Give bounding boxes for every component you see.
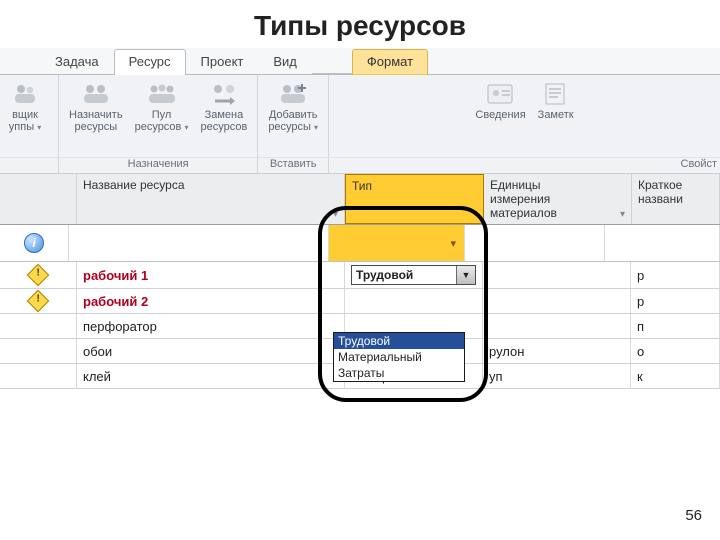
cell-name[interactable]: рабочий 1 [77, 262, 345, 288]
group-insert-title: Вставить [258, 157, 328, 173]
cell-unit[interactable] [483, 289, 631, 313]
ribbon-clipped-button[interactable]: вщикуппы ▾ [9, 81, 41, 157]
group-properties: Сведения Заметк Свойст [329, 75, 720, 173]
page-number: 56 [685, 507, 702, 524]
table-row[interactable]: рабочий 2 р [0, 289, 720, 314]
col-header-short[interactable]: Краткое названи [632, 174, 720, 224]
cell-name[interactable]: рабочий 2 [77, 289, 345, 313]
add-people-icon [278, 81, 308, 107]
info-icon[interactable]: i [24, 233, 44, 253]
overallocation-icon [27, 264, 50, 287]
group-assignments: Назначить ресурсы Пул ресурсов ▾ Замена … [59, 75, 258, 173]
replace-icon [209, 81, 239, 107]
col-header-unit[interactable]: Единицы измерения материалов▾ [484, 174, 632, 224]
cell-short[interactable]: р [631, 262, 720, 288]
replace-resources-button[interactable]: Замена ресурсов [200, 81, 247, 157]
notes-icon [543, 81, 569, 107]
tab-format[interactable]: Формат [352, 49, 428, 75]
dropdown-arrow-icon[interactable]: ▾ [472, 208, 477, 219]
overallocation-icon [27, 290, 50, 313]
cell-short[interactable]: о [631, 339, 720, 363]
dropdown-option[interactable]: Затраты [334, 365, 464, 381]
resource-notes-button[interactable]: Заметк [538, 81, 574, 157]
table-row[interactable]: рабочий 1 Трудовой ▼ р [0, 262, 720, 289]
filter-row: i ▾ [0, 225, 720, 262]
combobox-button[interactable]: ▼ [456, 266, 475, 284]
group-assignments-title: Назначения [59, 157, 257, 173]
col-header-type[interactable]: Тип▾ [345, 174, 484, 224]
group-insert: Добавить ресурсы ▾ Вставить [258, 75, 329, 173]
cell-short[interactable]: п [631, 314, 720, 338]
cell-unit[interactable]: уп [483, 364, 631, 388]
cell-type[interactable]: Трудовой ▼ [345, 262, 483, 288]
cell-unit[interactable] [483, 262, 631, 288]
cell-name[interactable]: клей [77, 364, 345, 388]
card-icon [486, 81, 516, 107]
tab-project[interactable]: Проект [186, 49, 259, 75]
group-properties-title: Свойст [326, 157, 720, 173]
cell-short[interactable]: р [631, 289, 720, 313]
dropdown-option[interactable]: Трудовой [334, 333, 464, 349]
cell-name[interactable]: перфоратор [77, 314, 345, 338]
dropdown-arrow-icon[interactable]: ▾ [450, 237, 456, 250]
type-dropdown-list[interactable]: Трудовой Материальный Затраты [333, 332, 465, 382]
col-header-name[interactable]: Название ресурса▾ [77, 174, 345, 224]
tab-resource[interactable]: Ресурс [114, 49, 186, 75]
cell-type[interactable] [345, 289, 483, 313]
dropdown-option[interactable]: Материальный [334, 349, 464, 365]
resource-pool-button[interactable]: Пул ресурсов ▾ [135, 81, 189, 157]
dropdown-arrow-icon[interactable]: ▾ [620, 209, 625, 220]
cell-name[interactable]: обои [77, 339, 345, 363]
assign-icon [81, 81, 111, 107]
pool-icon [147, 81, 177, 107]
type-combobox[interactable]: Трудовой ▼ [351, 265, 476, 285]
column-headers: Название ресурса▾ Тип▾ Единицы измерения… [0, 174, 720, 225]
tab-task[interactable]: Задача [40, 49, 114, 75]
people-icon [12, 81, 38, 107]
cell-short[interactable]: к [631, 364, 720, 388]
cell-unit[interactable]: рулон [483, 339, 631, 363]
ribbon: вщикуппы ▾ Назначить ресурсы Пул ресурсо… [0, 75, 720, 174]
resource-details-button[interactable]: Сведения [475, 81, 525, 157]
dropdown-arrow-icon[interactable]: ▾ [333, 209, 338, 220]
slide-title: Типы ресурсов [0, 0, 720, 48]
cell-unit[interactable] [483, 314, 631, 338]
tab-view[interactable]: Вид [258, 49, 312, 75]
add-resources-button[interactable]: Добавить ресурсы ▾ [268, 81, 318, 157]
ribbon-tabs: Задача Ресурс Проект Вид Формат [0, 48, 720, 75]
col-header-indicator[interactable] [0, 174, 77, 224]
assign-resources-button[interactable]: Назначить ресурсы [69, 81, 123, 157]
